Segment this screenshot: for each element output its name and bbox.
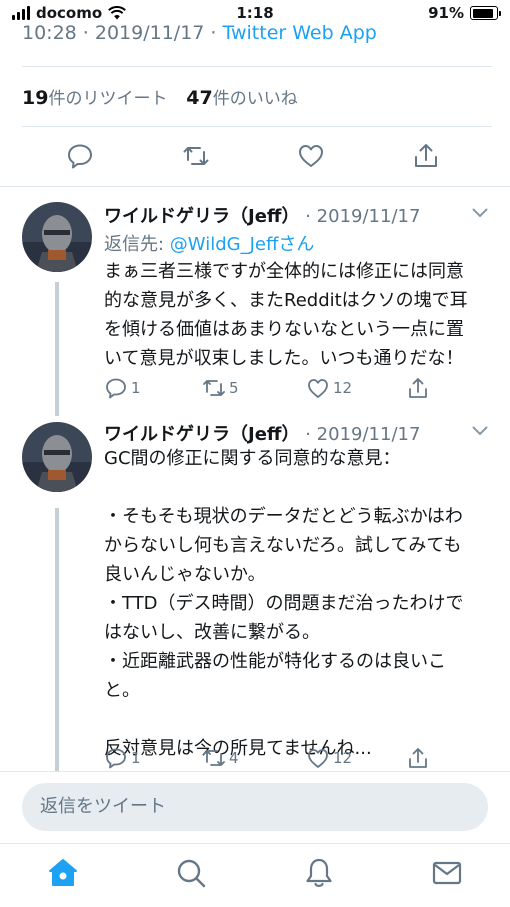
author-name[interactable]: ワイルドゲリラ（Jeff） <box>104 206 300 227</box>
tweet-time-date: 10:28 · 2019/11/17 · <box>22 22 223 44</box>
retweet-label: 件のリツイート <box>48 89 168 109</box>
avatar[interactable] <box>22 422 92 492</box>
avatar-image <box>22 422 92 492</box>
tweet-actions <box>0 130 510 182</box>
reply-icon <box>106 748 126 769</box>
reply-button[interactable]: 1 <box>104 746 141 770</box>
reply-to-line: 返信先: @WildG_Jeffさん <box>104 230 314 256</box>
divider <box>0 771 510 772</box>
share-button[interactable] <box>406 376 430 400</box>
like-icon <box>308 379 328 398</box>
divider <box>22 126 492 127</box>
divider <box>22 66 492 67</box>
messages-icon[interactable] <box>431 857 463 889</box>
compose-placeholder: 返信をツイート <box>40 796 166 817</box>
chevron-down-icon[interactable] <box>472 208 488 218</box>
tweet-stats: 19件のリツイート 47件のいいね <box>22 84 298 109</box>
thread-line <box>55 508 59 772</box>
like-icon[interactable] <box>297 142 325 170</box>
thread-line <box>55 282 59 416</box>
tweet-source-link[interactable]: Twitter Web App <box>223 22 377 44</box>
reply-count: 1 <box>131 379 141 397</box>
reply-button[interactable]: 1 <box>104 376 141 400</box>
retweet-button[interactable]: 5 <box>202 376 239 400</box>
avatar[interactable] <box>22 202 92 272</box>
reply-tweet[interactable]: ワイルドゲリラ（Jeff） · 2019/11/17 返信先: @WildG_J… <box>0 186 510 416</box>
reply-to-label: 返信先: <box>104 234 170 255</box>
share-icon <box>409 378 427 398</box>
share-icon[interactable] <box>412 142 440 170</box>
mention-link[interactable]: @WildG_Jeffさん <box>170 234 315 255</box>
like-stat[interactable]: 47件のいいね <box>186 87 298 109</box>
retweet-icon[interactable] <box>182 142 210 170</box>
retweet-icon <box>203 750 225 766</box>
search-icon[interactable] <box>175 857 207 889</box>
battery-icon <box>470 6 501 20</box>
retweet-button[interactable]: 4 <box>202 746 239 770</box>
retweet-count: 5 <box>229 379 239 397</box>
retweet-count: 19 <box>22 87 49 109</box>
reply-count: 1 <box>131 749 141 767</box>
notifications-icon[interactable] <box>303 857 335 889</box>
battery-percent: 91% <box>428 4 464 22</box>
share-icon <box>409 748 427 768</box>
author-name[interactable]: ワイルドゲリラ（Jeff） <box>104 424 300 445</box>
like-count: 12 <box>333 379 353 397</box>
retweet-count: 4 <box>229 749 239 767</box>
like-count: 12 <box>333 749 353 767</box>
like-button[interactable]: 12 <box>306 376 352 400</box>
like-button[interactable]: 12 <box>306 746 352 770</box>
divider <box>0 843 510 844</box>
reply-header: ワイルドゲリラ（Jeff） · 2019/11/17 <box>104 420 420 446</box>
tweet-timestamp: 10:28 · 2019/11/17 · Twitter Web App <box>22 22 377 44</box>
like-count: 47 <box>186 87 213 109</box>
chevron-down-icon[interactable] <box>472 426 488 436</box>
reply-actions: 1 4 12 <box>104 746 444 772</box>
share-button[interactable] <box>406 746 430 770</box>
avatar-image <box>22 202 92 272</box>
tweet-text: まぁ三者三様ですが全体的には修正には同意 的な意見が多く、またRedditはクソ… <box>104 261 468 369</box>
reply-tweet[interactable]: ワイルドゲリラ（Jeff） · 2019/11/17 GC間の修正に関する同意的… <box>0 412 510 772</box>
home-icon[interactable] <box>47 857 79 889</box>
reply-compose-input[interactable]: 返信をツイート <box>22 783 488 831</box>
tweet-date[interactable]: · 2019/11/17 <box>305 424 420 445</box>
reply-header: ワイルドゲリラ（Jeff） · 2019/11/17 <box>104 202 420 228</box>
retweet-icon <box>203 380 225 396</box>
tweet-date[interactable]: · 2019/11/17 <box>305 206 420 227</box>
retweet-stat[interactable]: 19件のリツイート <box>22 87 168 109</box>
reply-actions: 1 5 12 <box>104 376 444 402</box>
reply-icon <box>106 378 126 399</box>
reply-icon[interactable] <box>66 142 94 170</box>
like-icon <box>308 749 328 768</box>
tweet-text: GC間の修正に関する同意的な意見： ・そもそも現状のデータだとどう転ぶかはわ か… <box>104 448 464 759</box>
like-label: 件のいいね <box>212 89 298 109</box>
battery-group: 91% <box>428 4 501 22</box>
